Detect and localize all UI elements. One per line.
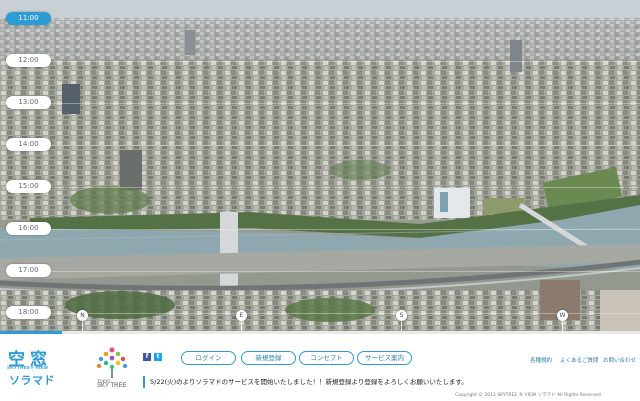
- faq-link[interactable]: よくあるご質問: [560, 356, 599, 364]
- facebook-icon[interactable]: f: [143, 353, 151, 361]
- terms-link[interactable]: 各種規約: [530, 356, 552, 364]
- logo-kana: ソラマド: [9, 374, 55, 387]
- time-button-1800[interactable]: 18:00: [6, 306, 51, 319]
- service-info-button[interactable]: サービス案内: [357, 351, 412, 365]
- contact-link[interactable]: お問い合わせ: [603, 356, 636, 364]
- panorama-view[interactable]: [0, 0, 640, 334]
- login-button[interactable]: ログイン: [181, 351, 236, 365]
- compass-north[interactable]: N: [77, 310, 88, 321]
- time-button-1400[interactable]: 14:00: [6, 138, 51, 151]
- logo-subtitle: SKYTREE® VIEW: [7, 365, 49, 370]
- concept-button[interactable]: コンセプト: [299, 351, 354, 365]
- city-panorama-image: [0, 0, 640, 334]
- announcement-text: 5/22(火)のよりソラマドのサービスを開始いたしました！！新規登録より登録をよ…: [143, 376, 473, 388]
- compass-east[interactable]: E: [236, 310, 247, 321]
- compass-south[interactable]: S: [396, 310, 407, 321]
- time-button-1700[interactable]: 17:00: [6, 264, 51, 277]
- time-button-1200[interactable]: 12:00: [6, 54, 51, 67]
- time-button-1600[interactable]: 16:00: [6, 222, 51, 235]
- register-button[interactable]: 新規登録: [241, 351, 296, 365]
- time-button-1100[interactable]: 11:00: [6, 12, 51, 25]
- copyright: Copyright © 2012 SKYTREE ® VIEW ソラマド All…: [455, 393, 603, 398]
- skytree-logo-icon: [97, 347, 127, 378]
- time-button-1500[interactable]: 15:00: [6, 180, 51, 193]
- twitter-icon[interactable]: t: [154, 353, 162, 361]
- skytree-logo-label: SKY TREE: [97, 383, 127, 389]
- compass-west[interactable]: W: [557, 310, 568, 321]
- time-button-1300[interactable]: 13:00: [6, 96, 51, 109]
